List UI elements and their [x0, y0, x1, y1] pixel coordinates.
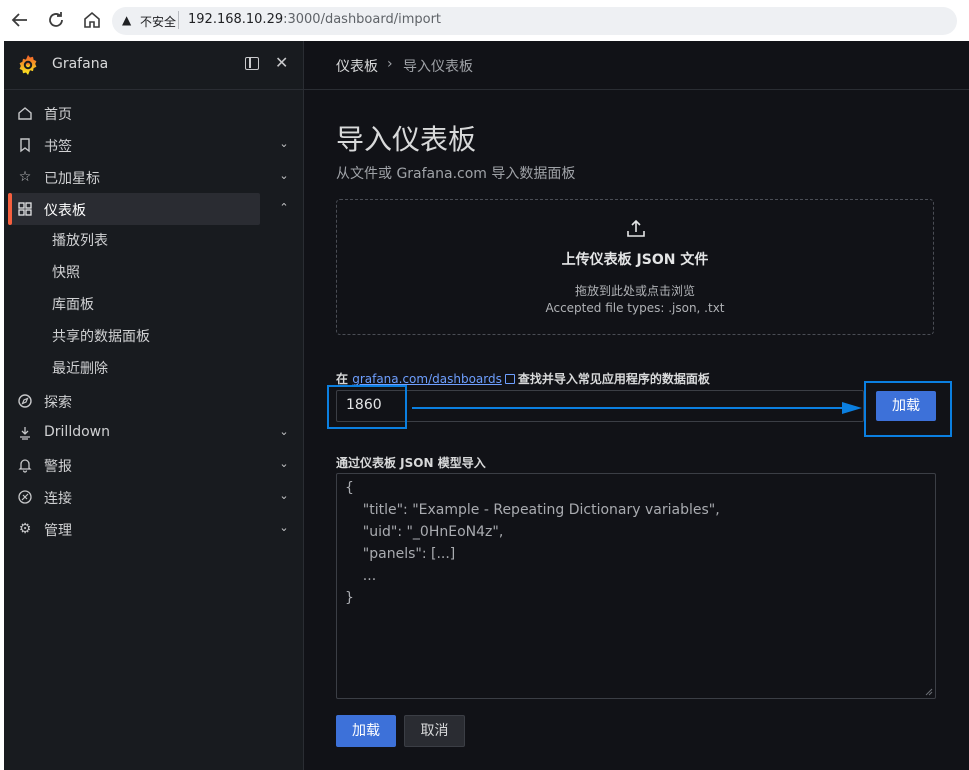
- dock-menu-icon[interactable]: [245, 57, 259, 70]
- breadcrumb: 仪表板 › 导入仪表板: [304, 41, 969, 90]
- upload-hint: 拖放到此处或点击浏览: [574, 284, 695, 298]
- json-line: "panels": [...]: [345, 546, 456, 562]
- brand-name: Grafana: [52, 56, 109, 72]
- home-icon[interactable]: [80, 8, 104, 32]
- chevron-down-icon[interactable]: ⌄: [278, 458, 290, 470]
- sidebar-item-label: 探索: [44, 395, 72, 411]
- sidebar-item-alerting[interactable]: 警报 ⌄: [4, 449, 303, 481]
- upload-icon: [627, 219, 645, 237]
- sidebar-item-label: 警报: [44, 459, 72, 475]
- grafana-logo-icon[interactable]: [16, 53, 40, 77]
- url-text[interactable]: 192.168.10.29:3000/dashboard/import: [188, 12, 441, 27]
- grafana-com-link[interactable]: grafana.com/dashboards: [352, 372, 502, 386]
- sidebar-item-label: 仪表板: [44, 203, 86, 219]
- reload-icon[interactable]: [44, 8, 68, 32]
- breadcrumb-parent[interactable]: 仪表板: [336, 56, 378, 76]
- load-button[interactable]: 加载: [336, 715, 396, 747]
- drilldown-icon: [17, 425, 33, 441]
- chevron-down-icon[interactable]: ⌄: [278, 426, 290, 438]
- sidebar-item-label: 已加星标: [44, 171, 100, 187]
- url-path: :3000/dashboard/import: [283, 12, 442, 27]
- security-warning[interactable]: 不安全: [140, 13, 176, 30]
- sidebar-item-bookmarks[interactable]: 书签 ⌄: [4, 129, 303, 161]
- resize-handle-icon[interactable]: [925, 688, 933, 696]
- highlight-id-input: [327, 385, 407, 429]
- json-line: "uid": "_0HnEoN4z",: [345, 524, 504, 540]
- star-icon: ☆: [18, 169, 32, 185]
- sidebar-item-explore[interactable]: 探索: [4, 385, 303, 417]
- json-model-label: 通过仪表板 JSON 模型导入: [336, 456, 486, 470]
- sidebar-item-label: 管理: [44, 523, 72, 539]
- sidebar-subitem-shared-dashboards[interactable]: 共享的数据面板: [52, 321, 150, 353]
- external-link-icon[interactable]: [504, 374, 515, 384]
- sidebar-item-label: 连接: [44, 491, 72, 507]
- bell-icon: [17, 457, 33, 473]
- annotation-arrow: [412, 402, 862, 414]
- sidebar: Grafana ✕ 首页 书签 ⌄ ☆ 已加星标 ⌄ 仪表板 ⌃ 播放列表 快照…: [4, 41, 304, 770]
- sidebar-item-label: 书签: [44, 139, 72, 155]
- json-line: ...: [345, 568, 377, 584]
- chevron-down-icon[interactable]: ⌄: [278, 170, 290, 182]
- compass-icon: [17, 393, 33, 409]
- sidebar-subitem-library-panels[interactable]: 库面板: [52, 289, 94, 321]
- json-line: }: [345, 590, 354, 606]
- home-icon: [17, 105, 33, 121]
- sidebar-item-dashboards[interactable]: 仪表板 ⌃: [8, 193, 289, 225]
- json-upload-dropzone[interactable]: 上传仪表板 JSON 文件 拖放到此处或点击浏览 Accepted file t…: [336, 199, 934, 335]
- json-line: "title": "Example - Repeating Dictionary…: [345, 502, 720, 518]
- sidebar-item-administration[interactable]: ⚙ 管理 ⌄: [4, 513, 303, 545]
- address-divider: [178, 11, 179, 29]
- close-menu-icon[interactable]: ✕: [275, 54, 288, 72]
- chevron-up-icon[interactable]: ⌃: [278, 202, 290, 214]
- cancel-button[interactable]: 取消: [404, 715, 465, 747]
- json-line: {: [345, 480, 354, 496]
- highlight-load-button: [864, 381, 952, 437]
- sidebar-subitem-playlists[interactable]: 播放列表: [52, 225, 108, 257]
- chevron-down-icon[interactable]: ⌄: [278, 138, 290, 150]
- sidebar-item-label: 首页: [44, 107, 72, 123]
- browser-toolbar: ▲ 不安全 192.168.10.29:3000/dashboard/impor…: [0, 0, 969, 40]
- label-prefix: 在: [336, 372, 349, 386]
- bookmark-icon: [17, 137, 33, 153]
- address-bar[interactable]: ▲ 不安全 192.168.10.29:3000/dashboard/impor…: [112, 7, 957, 35]
- warning-icon[interactable]: ▲: [122, 13, 131, 27]
- sidebar-subitem-snapshots[interactable]: 快照: [52, 257, 80, 289]
- page-title: 导入仪表板: [336, 123, 477, 156]
- sidebar-header: Grafana ✕: [4, 41, 303, 90]
- sidebar-item-connections[interactable]: 连接 ⌄: [4, 481, 303, 513]
- sidebar-subitem-recently-deleted[interactable]: 最近删除: [52, 353, 108, 385]
- json-model-textarea[interactable]: { "title": "Example - Repeating Dictiona…: [336, 473, 936, 699]
- breadcrumb-current: 导入仪表板: [403, 59, 473, 75]
- upload-title: 上传仪表板 JSON 文件: [561, 252, 709, 268]
- breadcrumb-separator: ›: [387, 56, 393, 72]
- url-host: 192.168.10.29: [188, 12, 284, 27]
- sidebar-item-home[interactable]: 首页: [4, 97, 303, 129]
- sidebar-item-drilldown[interactable]: Drilldown ⌄: [4, 417, 303, 449]
- apps-icon: [17, 201, 33, 217]
- upload-accepted-types: Accepted file types: .json, .txt: [545, 301, 725, 315]
- chevron-down-icon[interactable]: ⌄: [278, 522, 290, 534]
- gear-icon: ⚙: [18, 521, 32, 537]
- label-suffix: 查找并导入常见应用程序的数据面板: [517, 372, 710, 386]
- back-arrow-icon[interactable]: [8, 8, 32, 32]
- chevron-down-icon[interactable]: ⌄: [278, 490, 290, 502]
- sidebar-item-label: Drilldown: [44, 424, 110, 440]
- sidebar-item-starred[interactable]: ☆ 已加星标 ⌄: [4, 161, 303, 193]
- link-icon: [17, 489, 33, 505]
- page-subtitle: 从文件或 Grafana.com 导入数据面板: [336, 166, 576, 182]
